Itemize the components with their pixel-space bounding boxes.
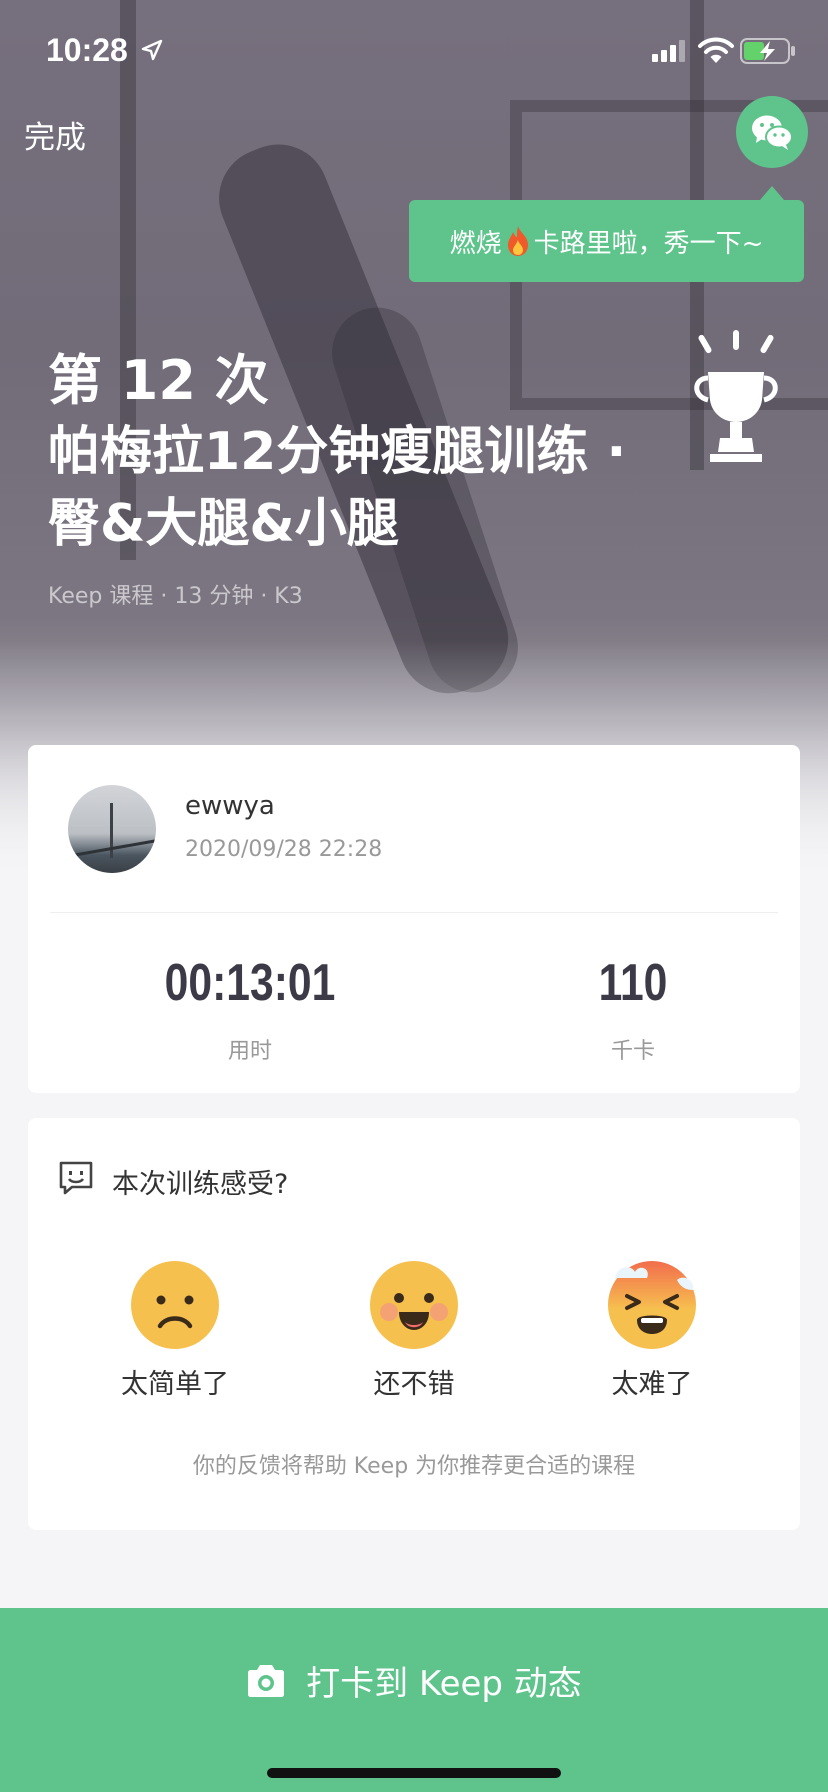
- home-indicator: [267, 1768, 561, 1778]
- cellular-signal-icon: [652, 40, 685, 62]
- wechat-share-button[interactable]: [736, 96, 808, 168]
- checkin-button[interactable]: 打卡到 Keep 动态: [0, 1608, 828, 1792]
- tooltip-text-before: 燃烧: [449, 228, 502, 259]
- feedback-note: 你的反馈将帮助 Keep 为你推荐更合适的课程: [192, 1454, 636, 1479]
- status-time: 10:28: [46, 32, 128, 68]
- share-tooltip[interactable]: 燃烧 卡路里啦，秀一下~: [409, 200, 804, 282]
- fire-icon: [507, 226, 528, 256]
- workout-summary-card: ewwya 2020/09/28 22:28 00:13:01 用时 110 千…: [28, 745, 800, 1093]
- feedback-option-hard[interactable]: 太难了: [572, 1362, 732, 1401]
- feedback-card: 本次训练感受? 太简单了 还不错 太难了 你的反馈将帮助 Keep 为你推荐更合…: [28, 1118, 800, 1530]
- status-bar: 10:28: [0, 0, 828, 100]
- course-meta: Keep 课程 · 13 分钟 · K3: [48, 584, 303, 609]
- feedback-option-ok[interactable]: 还不错: [334, 1362, 494, 1401]
- username: ewwya: [185, 791, 275, 821]
- tooltip-text-after: 卡路里啦，秀一下~: [533, 228, 764, 259]
- divider: [50, 912, 778, 913]
- workout-datetime: 2020/09/28 22:28: [185, 837, 383, 862]
- course-title: 帕梅拉12分钟瘦腿训练 · 臀&大腿&小腿: [48, 422, 627, 554]
- avatar[interactable]: [68, 785, 156, 873]
- wifi-icon: [698, 37, 734, 63]
- duration-value: 00:13:01: [164, 954, 336, 1012]
- smile-face-icon[interactable]: [369, 1260, 459, 1350]
- trophy-icon: [694, 330, 778, 462]
- exhausted-face-icon[interactable]: [607, 1260, 697, 1350]
- duration-label: 用时: [227, 1039, 272, 1064]
- checkin-label: 打卡到 Keep 动态: [306, 1664, 582, 1704]
- feedback-title: 本次训练感受?: [112, 1169, 289, 1200]
- feedback-option-easy[interactable]: 太简单了: [95, 1362, 255, 1401]
- workout-count: 第 12 次: [48, 349, 269, 412]
- location-arrow-icon: [141, 39, 163, 61]
- battery-charging-icon: [740, 38, 795, 64]
- calories-value: 110: [598, 954, 668, 1012]
- camera-icon: [248, 1664, 285, 1697]
- feedback-chat-icon: [59, 1161, 93, 1195]
- wechat-icon: [752, 115, 793, 150]
- checkin-button-content: 打卡到 Keep 动态: [0, 1656, 828, 1705]
- done-button[interactable]: 完成: [24, 112, 86, 157]
- calories-label: 千卡: [610, 1039, 655, 1064]
- frown-face-icon[interactable]: [130, 1260, 220, 1350]
- tooltip-arrow: [760, 186, 784, 200]
